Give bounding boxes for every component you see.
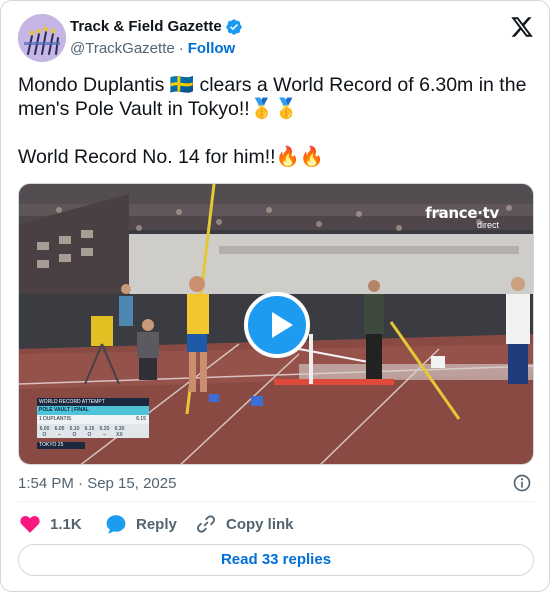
reply-label: Reply bbox=[136, 515, 177, 533]
result-cell: O bbox=[42, 432, 47, 438]
reply-button[interactable]: Reply bbox=[105, 513, 177, 535]
result-cell: – bbox=[58, 432, 61, 438]
like-button[interactable]: 1.1K bbox=[19, 513, 82, 535]
tweet-text-line-2: World Record No. 14 for him!!🔥🔥 bbox=[18, 146, 325, 168]
scoreboard-best: 6.15 bbox=[136, 416, 146, 422]
divider bbox=[18, 501, 534, 502]
read-replies-button[interactable]: Read 33 replies bbox=[18, 544, 534, 576]
broadcaster-subtitle: direct bbox=[476, 220, 499, 230]
like-count: 1.1K bbox=[50, 515, 82, 533]
play-button[interactable] bbox=[244, 292, 310, 358]
info-icon[interactable] bbox=[512, 473, 532, 493]
result-cell: O bbox=[72, 432, 77, 438]
play-icon bbox=[272, 312, 293, 338]
scoreboard-athlete-row: 1 DUPLANTIS 6.15 bbox=[37, 415, 149, 424]
author-handle[interactable]: @TrackGazette bbox=[70, 40, 175, 57]
result-cell: O bbox=[87, 432, 92, 438]
author-name[interactable]: Track & Field Gazette bbox=[70, 18, 222, 35]
tweet-text-line-1: Mondo Duplantis 🇸🇪 clears a World Record… bbox=[18, 74, 527, 120]
result-cell: XX bbox=[116, 432, 123, 438]
follow-button[interactable]: Follow bbox=[188, 40, 236, 57]
copy-link-button[interactable]: Copy link bbox=[195, 513, 294, 535]
result-cell: – bbox=[103, 432, 106, 438]
handle-separator: · bbox=[178, 40, 184, 57]
author-avatar[interactable] bbox=[18, 14, 66, 62]
author-handle-row: @TrackGazette · Follow bbox=[70, 40, 235, 57]
scoreboard-event: POLE VAULT | FINAL bbox=[37, 406, 149, 415]
speech-bubble-icon bbox=[106, 515, 126, 534]
video-player[interactable]: france·tv direct WORLD RECORD ATTEMPT PO… bbox=[18, 183, 534, 465]
scoreboard-overlay: WORLD RECORD ATTEMPT POLE VAULT | FINAL … bbox=[37, 398, 149, 460]
scoreboard-rank: 1 bbox=[39, 416, 42, 422]
scoreboard-heights: 6.00 O 6.05– 6.10 O 6.15 O 6.20– 6.30 XX bbox=[37, 424, 149, 438]
scoreboard-athlete: DUPLANTIS bbox=[43, 416, 72, 422]
tweet-text: Mondo Duplantis 🇸🇪 clears a World Record… bbox=[18, 73, 528, 169]
tweet-timestamp[interactable]: 1:54 PM · Sep 15, 2025 bbox=[18, 475, 176, 492]
heart-icon bbox=[20, 515, 40, 533]
copy-link-label: Copy link bbox=[226, 515, 294, 533]
verified-badge-icon bbox=[226, 19, 242, 35]
scoreboard-title: WORLD RECORD ATTEMPT bbox=[37, 398, 149, 406]
x-logo-icon[interactable] bbox=[510, 15, 534, 39]
scoreboard-footer: TOKYO 25 bbox=[37, 442, 85, 449]
link-icon bbox=[197, 515, 215, 533]
tweet-card: Track & Field Gazette @TrackGazette · Foll… bbox=[0, 0, 550, 592]
